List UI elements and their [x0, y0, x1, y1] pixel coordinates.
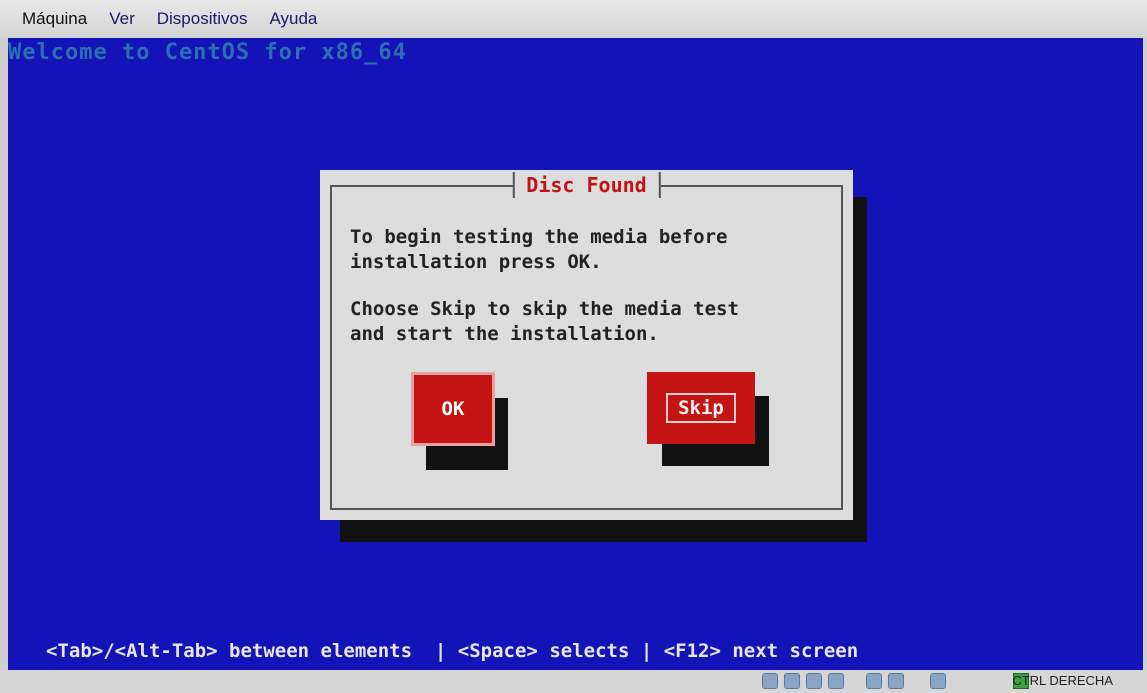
usb-icon[interactable] [806, 673, 822, 689]
dialog-message-skip: Choose Skip to skip the media test and s… [350, 298, 739, 345]
hard-disk-icon[interactable] [762, 673, 778, 689]
dialog-title: Disc Found [512, 172, 661, 198]
menu-ayuda[interactable]: Ayuda [269, 9, 317, 29]
vm-status-bar: CTRL DERECHA [0, 670, 1147, 693]
host-key-label: CTRL DERECHA [1012, 673, 1113, 688]
optical-drive-icon[interactable] [784, 673, 800, 689]
skip-button[interactable]: Skip [647, 372, 755, 444]
skip-button-label: Skip [666, 393, 736, 423]
welcome-banner: Welcome to CentOS for x86_64 [8, 40, 407, 65]
vm-menu-bar: Máquina Ver Dispositivos Ayuda [0, 0, 1147, 38]
ok-button[interactable]: OK [411, 372, 495, 446]
network-icon[interactable] [828, 673, 844, 689]
shared-folders-icon[interactable] [866, 673, 882, 689]
ok-button-label: OK [441, 398, 465, 420]
disc-found-dialog: Disc Found To begin testing the media be… [320, 170, 853, 520]
menu-maquina[interactable]: Máquina [22, 9, 87, 29]
menu-ver[interactable]: Ver [109, 9, 135, 29]
keyboard-help-line: <Tab>/<Alt-Tab> between elements | <Spac… [46, 640, 859, 662]
display-icon[interactable] [888, 673, 904, 689]
dialog-message-ok: To begin testing the media before instal… [350, 226, 728, 273]
mouse-integration-icon[interactable] [930, 673, 946, 689]
menu-dispositivos[interactable]: Dispositivos [157, 9, 248, 29]
